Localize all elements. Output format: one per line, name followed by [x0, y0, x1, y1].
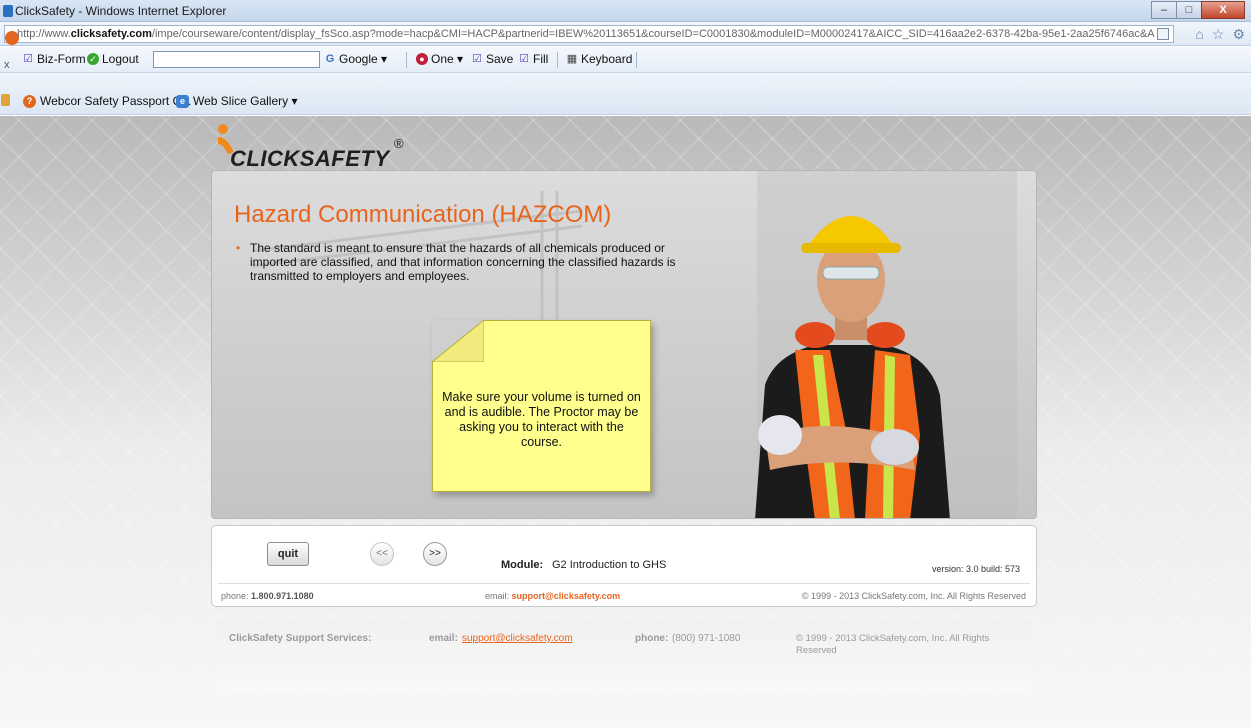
toolbar-close-icon[interactable]: x	[4, 59, 10, 71]
save-form-icon: ☑	[472, 53, 482, 65]
favorites-star-icon[interactable]: ☆	[1212, 26, 1225, 42]
support-email-label: email:	[429, 633, 458, 644]
logout-label: Logout	[102, 52, 139, 66]
fill-form-icon: ☑	[519, 53, 529, 65]
ie-favicon-icon: e	[176, 94, 189, 108]
course-bullet: • The standard is meant to ensure that t…	[236, 241, 676, 283]
favorite-web-slice-label: Web Slice Gallery ▾	[193, 94, 298, 108]
compatibility-view-icon[interactable]	[1157, 28, 1169, 40]
favorites-folder-icon[interactable]	[1, 94, 10, 106]
module-name: G2 Introduction to GHS	[552, 559, 667, 571]
support-copyright: © 1999 - 2013 ClickSafety.com, Inc. All …	[796, 633, 990, 656]
bullet-glyph: •	[236, 241, 241, 255]
next-button[interactable]: >>	[423, 542, 447, 566]
support-email-link[interactable]: support@clicksafety.com	[512, 591, 621, 601]
ie-app-icon	[3, 5, 13, 17]
version-info: version: 3.0 build: 573	[931, 564, 1020, 574]
home-icon[interactable]: ⌂	[1195, 26, 1203, 42]
fill-button[interactable]: ☑ Fill	[518, 52, 548, 66]
minimize-button[interactable]: –	[1151, 1, 1177, 19]
address-bar: http://www.clicksafety.com/impe/coursewa…	[0, 22, 1251, 46]
browser-nav-icons: ⌂ ☆ ⚙	[1195, 26, 1245, 42]
toolbar-separator	[406, 52, 407, 68]
keyboard-label: Keyboard	[581, 52, 633, 66]
window-controls: – □ X	[1151, 1, 1245, 19]
browser-toolbar: x ☑ Biz-Form ▾ ✓ Logout G Google ▾ ● One…	[0, 47, 1251, 73]
google-icon: G	[325, 53, 335, 65]
toolbar-search-input[interactable]	[153, 51, 320, 68]
bizform-button[interactable]: ☑ Biz-Form ▾	[22, 52, 95, 66]
logout-button[interactable]: ✓ Logout	[87, 52, 139, 66]
window-titlebar: ClickSafety - Windows Internet Explorer …	[0, 0, 1251, 22]
course-bullet-text: The standard is meant to ensure that the…	[250, 241, 676, 283]
one-icon: ●	[416, 53, 428, 65]
one-label: One ▾	[431, 52, 464, 66]
google-button[interactable]: G Google ▾	[324, 52, 387, 66]
checklist-icon: ☑	[23, 53, 33, 65]
logo-registered: ®	[394, 136, 404, 151]
sticky-note-text: Make sure your volume is turned on and i…	[442, 390, 641, 449]
favorites-bar: ? Webcor Safety Passport C... e Web Slic…	[0, 73, 1251, 115]
favorite-web-slice-gallery[interactable]: e Web Slice Gallery ▾	[176, 94, 298, 108]
support-services-title: ClickSafety Support Services:	[229, 633, 372, 644]
course-title: Hazard Communication (HAZCOM)	[234, 201, 612, 228]
keyboard-button[interactable]: ▦ Keyboard	[566, 52, 633, 66]
clicksafety-favicon-icon: ?	[23, 94, 36, 108]
support-services: ClickSafety Support Services: email: sup…	[217, 619, 1031, 693]
toolbar-separator	[557, 52, 558, 68]
support-phone-label: phone:	[635, 633, 669, 644]
one-button[interactable]: ● One ▾	[416, 52, 463, 66]
course-slide: Hazard Communication (HAZCOM) • The stan…	[211, 170, 1037, 519]
course-controls: quit << >> Module: G2 Introduction to GH…	[211, 525, 1037, 607]
address-input[interactable]: http://www.clicksafety.com/impe/coursewa…	[4, 25, 1174, 45]
save-label: Save	[486, 52, 514, 66]
support-phone: phone: 1.800.971.1080	[221, 591, 314, 601]
close-button[interactable]: X	[1201, 1, 1245, 19]
support-services-email-link[interactable]: support@clicksafety.com	[462, 633, 573, 644]
sticky-note-fold-icon	[432, 320, 484, 362]
maximize-button[interactable]: □	[1176, 1, 1202, 19]
google-label: Google ▾	[339, 52, 388, 66]
logo-text: CLICKSAFETY	[230, 146, 390, 171]
favorite-webcor[interactable]: ? Webcor Safety Passport C...	[23, 94, 191, 108]
window-title: ClickSafety - Windows Internet Explorer	[15, 4, 227, 18]
support-email: email: support@clicksafety.com	[485, 591, 621, 601]
module-label: Module:	[501, 559, 544, 571]
toolbar-separator	[636, 52, 637, 68]
gear-icon[interactable]: ⚙	[1232, 26, 1245, 42]
construction-worker-image	[755, 216, 950, 518]
controls-divider	[218, 583, 1030, 584]
check-circle-icon: ✓	[87, 53, 99, 65]
support-phone-value: (800) 971-1080	[672, 633, 741, 644]
favorite-webcor-label: Webcor Safety Passport C...	[40, 94, 192, 108]
save-button[interactable]: ☑ Save	[471, 52, 513, 66]
keyboard-icon: ▦	[566, 53, 578, 65]
previous-button[interactable]: <<	[370, 542, 394, 566]
address-url: http://www.clicksafety.com/impe/coursewa…	[17, 28, 1155, 40]
clicksafety-logo: CLICKSAFETY ®	[214, 122, 414, 172]
sticky-note: Make sure your volume is turned on and i…	[432, 320, 651, 492]
copyright-text: © 1999 - 2013 ClickSafety.com, Inc. All …	[801, 591, 1026, 601]
fill-label: Fill	[533, 52, 549, 66]
quit-button[interactable]: quit	[267, 542, 309, 566]
